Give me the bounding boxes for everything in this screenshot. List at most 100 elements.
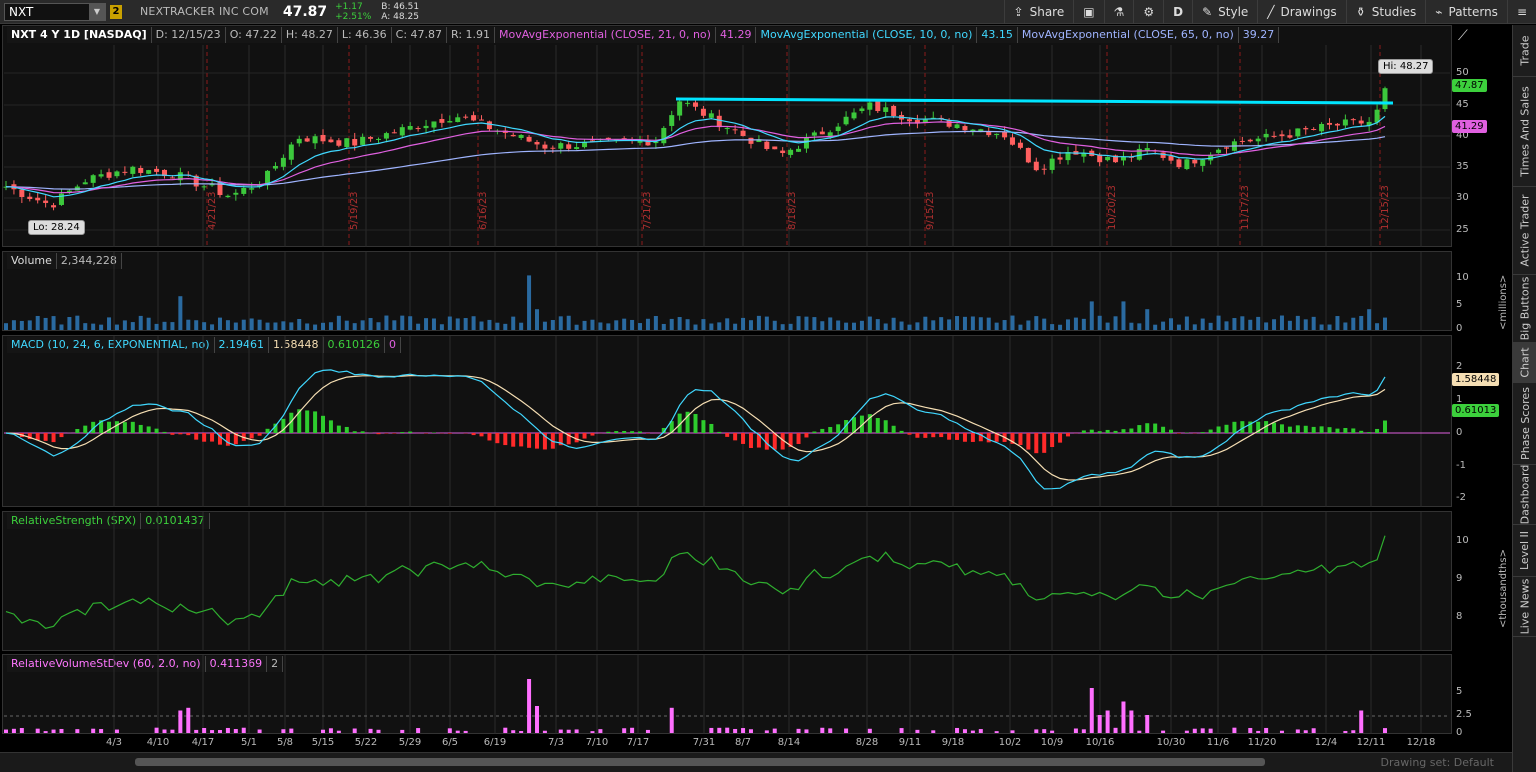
volume-bar xyxy=(867,316,872,330)
macd-histogram-bar xyxy=(693,414,698,433)
rvs-bar xyxy=(1010,730,1015,733)
rail-tab-label: Trade xyxy=(1518,35,1532,66)
volume-bar xyxy=(107,317,112,330)
volume-bar xyxy=(1065,319,1070,330)
volume-bar xyxy=(186,319,191,330)
volume-bar xyxy=(67,317,72,330)
volume-bar xyxy=(471,316,476,330)
macd-histogram-bar xyxy=(1042,433,1047,453)
volume-bar xyxy=(590,319,595,330)
macd-histogram-bar xyxy=(527,433,532,448)
x-tick-label: 10/9 xyxy=(1040,737,1064,748)
rail-tab-label: Level II xyxy=(1518,530,1532,571)
volume-bar xyxy=(1034,316,1039,330)
volume-bar xyxy=(1327,324,1332,330)
rvs-bar xyxy=(1232,727,1237,733)
volume-bar xyxy=(978,317,983,330)
rvs-bar xyxy=(622,728,627,733)
volume-bar xyxy=(1335,316,1340,330)
ema-flag: 41.29 xyxy=(1452,120,1487,133)
macd-histogram-bar xyxy=(257,433,262,436)
rvs-bar xyxy=(202,728,207,733)
volume-bar xyxy=(1153,324,1158,330)
candle-body xyxy=(566,144,572,149)
macd-histogram-bar xyxy=(717,431,722,433)
y-tick-label: 10 xyxy=(1456,272,1469,283)
chart-canvas[interactable]: 4/21/23 5/19/23 6/16/23 7/21/23 8/18/23 9/15/… xyxy=(0,0,1512,752)
candle-body xyxy=(130,166,136,174)
macd-histogram-bar xyxy=(194,433,199,440)
volume-bar xyxy=(75,315,80,330)
candle-body xyxy=(724,128,730,130)
macd-histogram-bar xyxy=(891,425,896,433)
volume-bar xyxy=(19,320,24,330)
macd-histogram-bar xyxy=(170,433,175,435)
candle-body xyxy=(27,196,33,200)
rvs-bar xyxy=(51,729,56,733)
rvs-bar xyxy=(4,729,8,733)
volume-bar xyxy=(1058,324,1063,330)
rail-tab-live-news[interactable]: Live News xyxy=(1513,577,1536,637)
rail-tab-trade[interactable]: Trade xyxy=(1513,25,1536,77)
rvs-bar xyxy=(1042,729,1047,733)
hamburger-icon: ≡ xyxy=(1516,5,1527,19)
macd-histogram-bar xyxy=(1224,424,1229,433)
rail-tab-times-and-sales[interactable]: Times And Sales xyxy=(1513,77,1536,187)
volume-bar xyxy=(1097,315,1102,330)
volume-bar xyxy=(986,317,991,330)
rvs-bar xyxy=(598,729,603,733)
y-tick-label: 2.5 xyxy=(1456,709,1472,720)
candle-body xyxy=(1033,161,1039,171)
rvs-bar xyxy=(1359,710,1364,733)
volume-bar xyxy=(820,321,825,330)
volume-bar xyxy=(138,315,143,330)
volume-bar xyxy=(400,315,405,330)
rvs-bar xyxy=(828,728,833,733)
candle-body xyxy=(375,138,381,140)
macd-histogram-bar xyxy=(114,421,119,433)
macd-histogram-bar xyxy=(875,418,880,433)
rail-tab-chart[interactable]: Chart xyxy=(1513,343,1536,383)
drawing-tool-icon[interactable]: ⟋ xyxy=(1458,28,1468,44)
volume-bar xyxy=(661,323,666,330)
rvs-bar xyxy=(764,730,769,733)
candle-body xyxy=(1334,123,1340,126)
volume-bar xyxy=(566,315,571,330)
candle-body xyxy=(1247,139,1253,142)
volume-bar xyxy=(725,318,730,330)
month-date-label: 6/16/23 xyxy=(478,191,489,230)
month-date-label: 4/21/23 xyxy=(207,191,218,230)
rvs-bar xyxy=(1343,730,1348,733)
rvs-bar xyxy=(1113,727,1118,733)
rvs-bar xyxy=(1034,729,1039,733)
macd-histogram-bar xyxy=(947,433,952,440)
rail-tab-dashboard[interactable]: Dashboard xyxy=(1513,465,1536,525)
horizontal-scrollbar[interactable]: Drawing set: Default xyxy=(0,752,1512,772)
macd-histogram-bar xyxy=(1303,425,1308,433)
rail-tab-phase-scores[interactable]: Phase Scores xyxy=(1513,383,1536,465)
rail-tab-big-buttons[interactable]: Big Buttons xyxy=(1513,275,1536,343)
candle-body xyxy=(1041,168,1047,170)
candle-body xyxy=(106,172,112,178)
macd-histogram-bar xyxy=(471,433,476,436)
rvs-bar xyxy=(368,728,373,733)
rvs-bar xyxy=(804,729,809,733)
volume-bar xyxy=(376,322,381,330)
macd-histogram-bar xyxy=(376,433,381,435)
volume-bar xyxy=(439,324,444,330)
rvs-bar xyxy=(1383,728,1387,733)
volume-bar xyxy=(1169,318,1174,330)
scroll-thumb[interactable] xyxy=(135,758,1265,766)
rvs-bar xyxy=(217,730,222,733)
candle-body xyxy=(1303,128,1309,130)
candle-body xyxy=(114,171,120,177)
volume-bar xyxy=(962,316,967,330)
rail-tab-level-ii[interactable]: Level II xyxy=(1513,525,1536,577)
macd-histogram-bar xyxy=(154,428,159,433)
candle-body xyxy=(82,182,88,185)
volume-bar xyxy=(265,322,270,330)
volume-bar xyxy=(764,316,769,330)
rail-tab-active-trader[interactable]: Active Trader xyxy=(1513,187,1536,275)
macd-histogram-bar xyxy=(503,433,508,446)
x-tick-label: 12/11 xyxy=(1356,737,1386,748)
